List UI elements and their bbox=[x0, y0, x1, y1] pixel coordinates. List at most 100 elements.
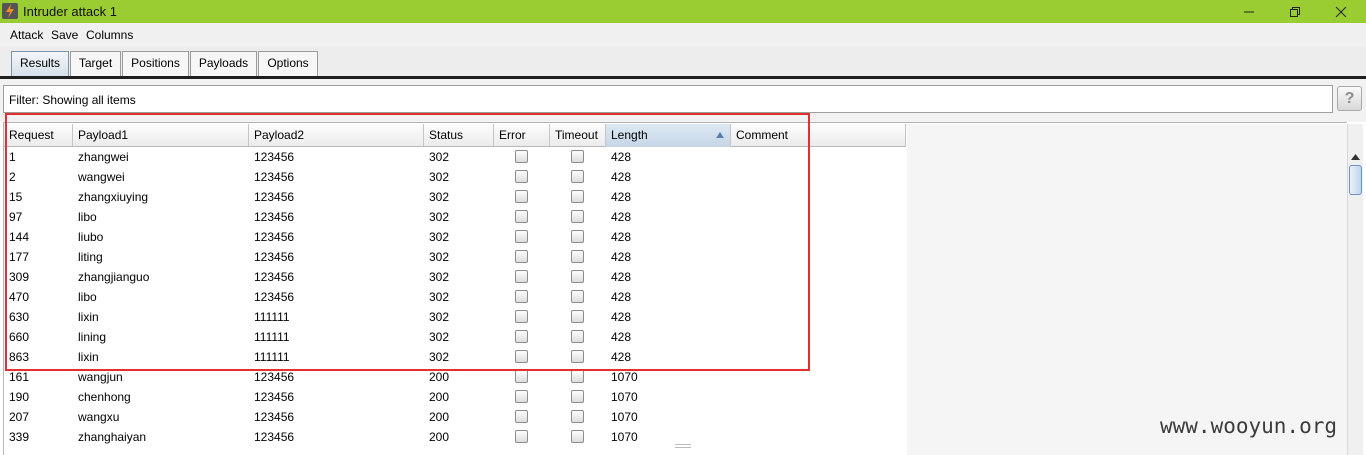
error-checkbox[interactable] bbox=[515, 370, 528, 383]
cell-payload1: zhanghaiyan bbox=[78, 430, 147, 444]
column-header-error[interactable]: Error bbox=[494, 124, 550, 147]
cell-comment bbox=[731, 387, 906, 407]
timeout-checkbox[interactable] bbox=[571, 190, 584, 203]
filter-bar[interactable]: Filter: Showing all items bbox=[3, 85, 1333, 113]
cell-request: 2 bbox=[9, 170, 16, 184]
error-checkbox[interactable] bbox=[515, 350, 528, 363]
menu-save[interactable]: Save bbox=[51, 28, 78, 42]
table-row[interactable]: 470 libo 123456 302 428 bbox=[4, 287, 906, 307]
cell-length: 1070 bbox=[611, 430, 638, 444]
restore-icon bbox=[1290, 7, 1300, 17]
timeout-checkbox[interactable] bbox=[571, 410, 584, 423]
tab-positions[interactable]: Positions bbox=[122, 51, 189, 76]
filter-area: Filter: Showing all items ? bbox=[0, 79, 1366, 122]
column-header-request[interactable]: Request bbox=[4, 124, 73, 147]
timeout-checkbox[interactable] bbox=[571, 430, 584, 443]
cell-comment bbox=[731, 347, 906, 367]
tab-payloads[interactable]: Payloads bbox=[190, 51, 257, 76]
timeout-checkbox[interactable] bbox=[571, 350, 584, 363]
timeout-checkbox[interactable] bbox=[571, 230, 584, 243]
menu-columns[interactable]: Columns bbox=[86, 28, 133, 42]
timeout-checkbox[interactable] bbox=[571, 150, 584, 163]
error-checkbox[interactable] bbox=[515, 190, 528, 203]
column-header-payload1[interactable]: Payload1 bbox=[73, 124, 249, 147]
column-header-comment[interactable]: Comment bbox=[731, 124, 906, 147]
table-row[interactable]: 2 wangwei 123456 302 428 bbox=[4, 167, 906, 187]
error-checkbox[interactable] bbox=[515, 210, 528, 223]
column-header-status[interactable]: Status bbox=[424, 124, 494, 147]
table-row[interactable]: 863 lixin 111111 302 428 bbox=[4, 347, 906, 367]
error-checkbox[interactable] bbox=[515, 230, 528, 243]
column-header-timeout[interactable]: Timeout bbox=[550, 124, 606, 147]
table-row[interactable]: 144 liubo 123456 302 428 bbox=[4, 227, 906, 247]
column-header-length[interactable]: Length bbox=[606, 124, 731, 147]
cell-payload1: zhangjianguo bbox=[78, 270, 150, 284]
cell-status: 302 bbox=[429, 150, 450, 164]
scroll-up-button[interactable] bbox=[1348, 148, 1363, 165]
restore-button[interactable] bbox=[1272, 0, 1318, 23]
error-checkbox[interactable] bbox=[515, 250, 528, 263]
cell-comment bbox=[731, 287, 906, 307]
timeout-checkbox[interactable] bbox=[571, 330, 584, 343]
table-row[interactable]: 1 zhangwei 123456 302 428 bbox=[4, 147, 906, 167]
cell-payload1: lining bbox=[78, 330, 107, 344]
timeout-checkbox[interactable] bbox=[571, 210, 584, 223]
tab-target[interactable]: Target bbox=[70, 51, 121, 76]
timeout-checkbox[interactable] bbox=[571, 270, 584, 283]
table-row[interactable]: 177 liting 123456 302 428 bbox=[4, 247, 906, 267]
help-button[interactable]: ? bbox=[1337, 86, 1362, 111]
menu-attack[interactable]: Attack bbox=[10, 28, 43, 42]
cell-request: 190 bbox=[9, 390, 30, 404]
minimize-button[interactable] bbox=[1226, 0, 1272, 23]
table-row[interactable]: 190 chenhong 123456 200 1070 bbox=[4, 387, 906, 407]
error-checkbox[interactable] bbox=[515, 430, 528, 443]
close-button[interactable] bbox=[1318, 0, 1364, 23]
error-checkbox[interactable] bbox=[515, 170, 528, 183]
error-checkbox[interactable] bbox=[515, 390, 528, 403]
table-row[interactable]: 97 libo 123456 302 428 bbox=[4, 207, 906, 227]
split-pane-handle[interactable] bbox=[675, 444, 691, 448]
scroll-thumb[interactable] bbox=[1349, 165, 1362, 195]
timeout-checkbox[interactable] bbox=[571, 310, 584, 323]
table-row[interactable]: 339 zhanghaiyan 123456 200 1070 bbox=[4, 427, 906, 447]
cell-request: 339 bbox=[9, 430, 30, 444]
error-checkbox[interactable] bbox=[515, 270, 528, 283]
cell-status: 302 bbox=[429, 270, 450, 284]
cell-length: 428 bbox=[611, 150, 632, 164]
error-checkbox[interactable] bbox=[515, 410, 528, 423]
minimize-icon bbox=[1244, 11, 1254, 13]
cell-request: 470 bbox=[9, 290, 30, 304]
vertical-scrollbar[interactable] bbox=[1347, 124, 1363, 455]
timeout-checkbox[interactable] bbox=[571, 250, 584, 263]
cell-payload1: libo bbox=[78, 290, 97, 304]
error-checkbox[interactable] bbox=[515, 150, 528, 163]
table-row[interactable]: 630 lixin 111111 302 428 bbox=[4, 307, 906, 327]
error-checkbox[interactable] bbox=[515, 290, 528, 303]
table-row[interactable]: 660 lining 111111 302 428 bbox=[4, 327, 906, 347]
column-header-payload2[interactable]: Payload2 bbox=[249, 124, 424, 147]
timeout-checkbox[interactable] bbox=[571, 390, 584, 403]
table-row[interactable]: 15 zhangxiuying 123456 302 428 bbox=[4, 187, 906, 207]
close-icon bbox=[1335, 6, 1347, 18]
timeout-checkbox[interactable] bbox=[571, 370, 584, 383]
cell-request: 15 bbox=[9, 190, 23, 204]
table-row[interactable]: 309 zhangjianguo 123456 302 428 bbox=[4, 267, 906, 287]
table-row[interactable]: 161 wangjun 123456 200 1070 bbox=[4, 367, 906, 387]
timeout-checkbox[interactable] bbox=[571, 170, 584, 183]
cell-payload2: 123456 bbox=[254, 370, 295, 384]
cell-payload2: 111111 bbox=[254, 350, 290, 364]
timeout-checkbox[interactable] bbox=[571, 290, 584, 303]
results-table-area: Request Payload1 Payload2 Status Error T… bbox=[0, 122, 1366, 455]
column-header-length-label: Length bbox=[611, 128, 648, 142]
error-checkbox[interactable] bbox=[515, 310, 528, 323]
tab-results[interactable]: Results bbox=[11, 51, 69, 76]
cell-status: 302 bbox=[429, 170, 450, 184]
cell-comment bbox=[731, 267, 906, 287]
error-checkbox[interactable] bbox=[515, 330, 528, 343]
cell-request: 1 bbox=[9, 150, 16, 164]
cell-request: 177 bbox=[9, 250, 30, 264]
table-row[interactable]: 207 wangxu 123456 200 1070 bbox=[4, 407, 906, 427]
tab-options[interactable]: Options bbox=[258, 51, 318, 76]
app-icon bbox=[2, 3, 18, 19]
cell-status: 302 bbox=[429, 310, 450, 324]
